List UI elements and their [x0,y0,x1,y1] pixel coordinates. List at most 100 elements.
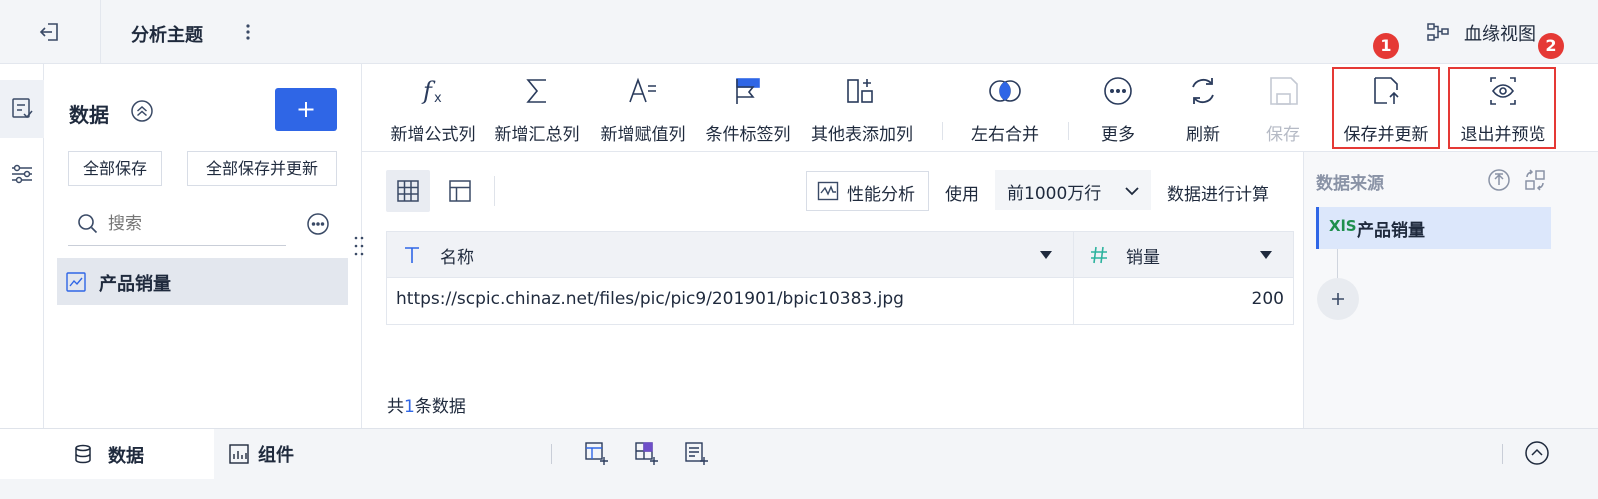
tag-flag-icon [728,74,768,108]
layout-icon [449,180,471,202]
record-count-prefix: 共 [387,397,404,417]
add-crosstab-component-icon[interactable] [633,440,659,466]
record-count: 共1条数据 [387,392,466,417]
column-header-sales[interactable]: 销量 [1126,243,1160,268]
svg-text:x: x [434,91,442,106]
collapse-up-icon[interactable] [130,99,154,123]
record-count-suffix: 条数据 [414,397,466,417]
more-options-icon[interactable] [306,212,330,236]
app-window: 分析主题 血缘视图 数据 全部保存 全部保存并更新 产品销量 [0,0,1598,499]
table-toolbar-divider [494,176,495,206]
table-add-column-icon [842,74,882,108]
chevron-down-icon [1123,182,1141,200]
calc-label: 数据进行计算 [1167,185,1269,205]
tab-component-label: 组件 [258,445,294,466]
save-button[interactable]: 保存 [1253,66,1313,154]
bottom-divider-2 [1502,444,1503,464]
performance-icon [817,181,839,201]
sigma-icon [517,74,557,108]
highlight-box-2 [1448,67,1556,149]
upload-icon[interactable] [1487,168,1511,192]
column-sales-sort-icon[interactable] [1258,248,1274,262]
layout-view-toggle[interactable] [440,170,480,212]
column-name-sort-icon[interactable] [1038,248,1054,262]
excel-source-icon: XlS [1329,217,1357,235]
toolbar-divider-1 [942,122,943,140]
save-all-button[interactable]: 全部保存 [68,151,162,186]
search-icon [76,212,100,236]
collapse-panel-icon[interactable] [1524,440,1550,466]
add-formula-column-label: 新增公式列 [390,125,476,145]
column-header-name[interactable]: 名称 [440,243,474,268]
rail-settings-icon[interactable] [0,156,44,192]
header-divider [100,0,101,64]
add-column-from-table-label: 其他表添加列 [811,125,913,145]
lineage-icon [1426,21,1450,43]
add-detail-component-icon[interactable] [683,440,709,466]
source-item[interactable]: XlS 产品销量 [1316,207,1551,249]
save-all-update-button[interactable]: 全部保存并更新 [187,151,337,186]
resize-handle[interactable] [352,232,366,260]
search-underline [68,245,286,246]
source-item-name: 产品销量 [1357,221,1425,241]
more-label: 更多 [1101,125,1135,145]
step-badge-1: 1 [1373,33,1399,59]
tab-component[interactable]: 组件 [214,429,334,479]
table-view-toggle[interactable] [386,170,430,212]
performance-analysis-label: 性能分析 [847,185,915,205]
search-input[interactable] [108,210,284,238]
bottom-divider-1 [551,444,552,464]
lineage-view-button[interactable]: 血缘视图 [1426,18,1546,46]
add-column-from-table-button[interactable]: 其他表添加列 [806,66,918,154]
add-data-button[interactable] [275,88,337,131]
source-panel-title: 数据来源 [1316,174,1384,194]
table-cell-sales: 200 [1251,289,1284,309]
dataset-name: 产品销量 [99,274,171,295]
save-disk-icon [1263,74,1303,108]
record-count-number: 1 [404,397,415,417]
column-divider [1073,232,1074,324]
performance-analysis-button[interactable]: 性能分析 [806,171,929,211]
add-assign-column-button[interactable]: 新增赋值列 [596,66,690,154]
refresh-button[interactable]: 刷新 [1173,66,1233,154]
more-vertical-icon[interactable] [240,22,256,42]
step-badge-2: 2 [1538,33,1564,59]
merge-circles-icon [985,74,1025,108]
refresh-icon [1183,74,1223,108]
more-button[interactable]: 更多 [1088,66,1148,154]
chart-icon [65,271,87,293]
source-connector-line [1337,249,1338,279]
swap-icon[interactable] [1523,168,1547,192]
merge-left-right-button[interactable]: 左右合并 [962,66,1048,154]
tab-data-label: 数据 [108,446,144,467]
merge-left-right-label: 左右合并 [971,125,1039,145]
more-circle-icon [1098,74,1138,108]
database-icon [72,443,94,465]
lineage-view-label: 血缘视图 [1464,24,1536,45]
add-table-component-icon[interactable] [583,440,609,466]
number-type-icon [1088,244,1110,266]
grid-view-icon [397,180,419,202]
use-label: 使用 [945,185,979,205]
save-label: 保存 [1266,125,1300,145]
table-cell-name: https://scpic.chinaz.net/files/pic/pic9/… [396,289,904,309]
dataset-list-item[interactable]: 产品销量 [57,258,348,305]
rail-data-icon[interactable] [0,80,44,138]
formula-icon: fx [413,74,453,108]
exit-icon[interactable] [38,20,62,44]
toolbar-divider-2 [1068,122,1069,140]
add-source-button[interactable] [1317,278,1359,320]
conditional-tag-column-label: 条件标签列 [705,125,791,145]
refresh-label: 刷新 [1186,125,1220,145]
component-chart-icon [228,443,250,465]
conditional-tag-column-button[interactable]: 条件标签列 [701,66,795,154]
add-formula-column-button[interactable]: fx 新增公式列 [386,66,480,154]
plus-icon [298,102,314,117]
page-title: 分析主题 [131,25,203,46]
add-assign-column-label: 新增赋值列 [600,125,686,145]
highlight-box-1 [1332,67,1440,149]
row-limit-value: 前1000万行 [1007,184,1102,204]
add-summary-column-button[interactable]: 新增汇总列 [490,66,584,154]
tab-data[interactable]: 数据 [0,429,214,479]
row-limit-select[interactable]: 前1000万行 [995,170,1151,210]
